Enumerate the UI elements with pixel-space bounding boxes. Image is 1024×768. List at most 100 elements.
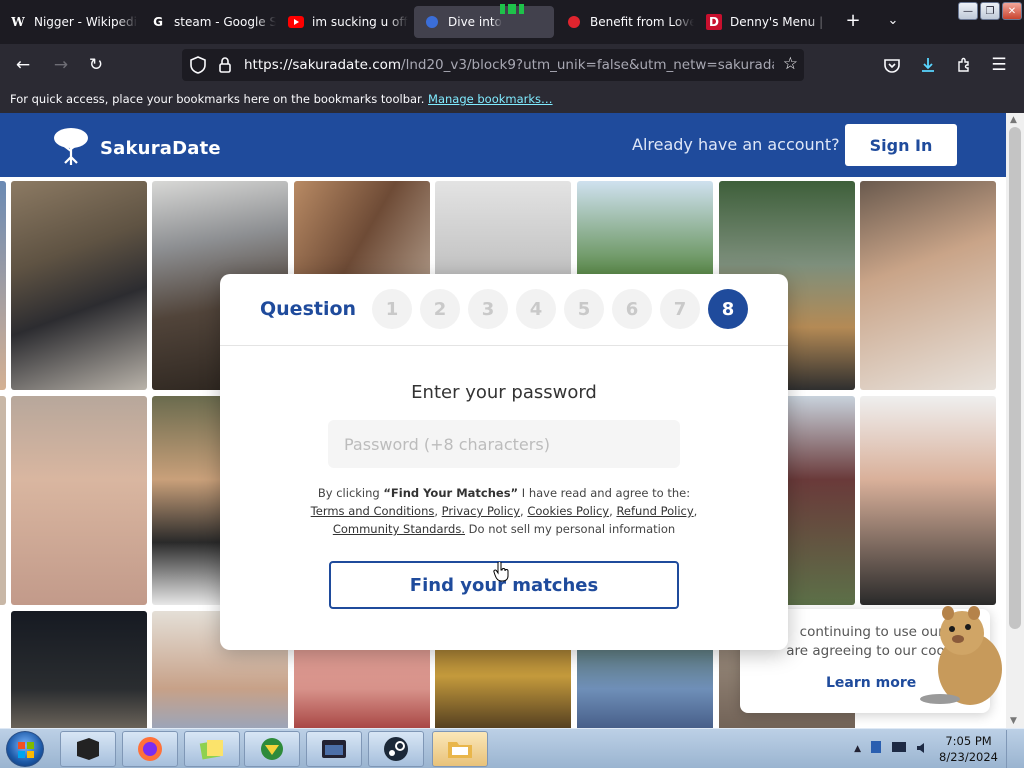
clock-time: 7:05 PM <box>945 734 992 748</box>
pocket-icon[interactable] <box>881 54 903 76</box>
menu-icon[interactable]: ☰ <box>988 54 1010 76</box>
monitor-icon[interactable] <box>891 740 907 759</box>
account-question: Already have an account? <box>632 135 840 154</box>
new-tab-button[interactable]: + <box>841 10 865 31</box>
scroll-up-icon[interactable]: ▲ <box>1010 115 1017 125</box>
taskbar: ▲ 7:05 PM 8/23/2024 <box>0 728 1024 768</box>
tab-title: Benefit from Love <box>590 15 694 29</box>
tab-title: steam - Google Search <box>174 15 276 29</box>
tab-active[interactable]: Dive into <box>414 6 554 38</box>
step-7: 7 <box>660 289 700 329</box>
tray-app-icon[interactable] <box>869 739 883 759</box>
page-scrollbar[interactable]: ▲ ▼ <box>1006 113 1024 728</box>
tray-expand-icon[interactable]: ▲ <box>854 744 861 754</box>
google-icon: G <box>153 15 163 29</box>
sticky-notes-icon <box>199 740 223 760</box>
tab-google[interactable]: G steam - Google Search <box>140 6 276 38</box>
taskbar-app-firefox[interactable] <box>122 731 178 767</box>
taskbar-app-explorer[interactable] <box>432 731 488 767</box>
taskbar-app-notes[interactable] <box>184 731 240 767</box>
folder-icon <box>448 742 472 758</box>
download-icon[interactable] <box>917 54 939 76</box>
forward-arrow-icon[interactable]: → <box>50 54 72 76</box>
modal-divider <box>220 345 788 346</box>
window-controls: — ❐ ✕ <box>958 2 1022 20</box>
dennys-icon: D <box>706 14 722 30</box>
scroll-thumb[interactable] <box>1009 127 1021 629</box>
question-label: Question <box>260 298 357 320</box>
step-indicator: 1 2 3 4 5 6 7 8 <box>372 289 748 329</box>
site-header: SakuraDate Already have an account? Sign… <box>0 113 1006 177</box>
sign-in-button[interactable]: Sign In <box>845 124 957 166</box>
minimize-button[interactable]: — <box>958 2 978 20</box>
maximize-button[interactable]: ❐ <box>980 2 1000 20</box>
url-text[interactable]: https://sakuradate.com/lnd20_v3/block9?u… <box>244 57 774 73</box>
profile-photo <box>11 181 147 390</box>
step-8-current: 8 <box>708 289 748 329</box>
taskbar-app-download-manager[interactable] <box>244 731 300 767</box>
cookies-link[interactable]: Cookies Policy <box>527 504 609 518</box>
globe-download-icon <box>261 738 283 760</box>
back-arrow-icon[interactable]: ← <box>12 54 34 76</box>
wikipedia-icon: W <box>11 15 25 29</box>
tab-title: im sucking u off <box>312 15 408 29</box>
tab-icon <box>424 14 440 30</box>
tab-title: Nigger - Wikipedia <box>34 15 138 29</box>
close-window-button[interactable]: ✕ <box>1002 2 1022 20</box>
window-icon <box>322 740 346 758</box>
password-input[interactable] <box>328 420 680 468</box>
profile-photo <box>0 181 6 390</box>
clock[interactable]: 7:05 PM 8/23/2024 <box>939 733 998 765</box>
logo[interactable]: SakuraDate <box>50 125 221 171</box>
tab-dennys[interactable]: D Denny's Menu | Br <box>696 6 828 38</box>
show-desktop-button[interactable] <box>1006 730 1016 768</box>
star-icon[interactable]: ☆ <box>783 54 798 74</box>
profile-photo <box>860 181 996 390</box>
taskbar-app-steam[interactable] <box>368 731 424 767</box>
taskbar-app-terminal[interactable] <box>60 731 116 767</box>
steam-icon <box>384 737 408 761</box>
reload-icon[interactable]: ↻ <box>85 54 107 76</box>
bookmarks-hint: For quick access, place your bookmarks h… <box>10 92 425 106</box>
tab-title: Denny's Menu | Br <box>730 15 828 29</box>
url-bar[interactable]: https://sakuradate.com/lnd20_v3/block9?u… <box>182 49 804 81</box>
firefox-icon <box>138 737 162 761</box>
manage-bookmarks-link[interactable]: Manage bookmarks… <box>428 92 553 106</box>
learn-more-link[interactable]: Learn more <box>826 675 916 691</box>
list-tabs-button[interactable]: ⌄ <box>881 13 905 28</box>
step-1: 1 <box>372 289 412 329</box>
lock-icon[interactable] <box>218 56 232 78</box>
refund-link[interactable]: Refund Policy <box>616 504 693 518</box>
tab-bar: W Nigger - Wikipedia G steam - Google Se… <box>0 0 1024 44</box>
terminal-icon <box>77 738 99 760</box>
step-5: 5 <box>564 289 604 329</box>
community-link[interactable]: Community Standards. <box>333 522 465 536</box>
bookmarks-toolbar: For quick access, place your bookmarks h… <box>0 86 1024 113</box>
profile-photo <box>860 396 996 605</box>
step-6: 6 <box>612 289 652 329</box>
extensions-icon[interactable] <box>953 54 975 76</box>
scroll-down-icon[interactable]: ▼ <box>1010 716 1017 726</box>
profile-photo <box>11 611 147 728</box>
red-dot-icon <box>566 14 582 30</box>
tab-youtube[interactable]: im sucking u off <box>278 6 412 38</box>
start-button[interactable] <box>6 731 44 767</box>
taskbar-app-window[interactable] <box>306 731 362 767</box>
clock-date: 8/23/2024 <box>939 750 998 764</box>
profile-photo <box>11 396 147 605</box>
navigation-bar: ← → ↻ https://sakuradate.com/lnd20_v3/bl… <box>0 44 1024 86</box>
shield-icon[interactable] <box>190 56 206 78</box>
legal-text: By clicking “Find Your Matches” I have r… <box>310 486 698 536</box>
question-modal: Question 1 2 3 4 5 6 7 8 Enter your pass… <box>220 274 788 650</box>
hand-cursor-icon <box>493 561 509 586</box>
terms-link[interactable]: Terms and Conditions <box>311 504 435 518</box>
privacy-link[interactable]: Privacy Policy <box>442 504 520 518</box>
tab-benefit[interactable]: Benefit from Love <box>556 6 694 38</box>
tab-wikipedia[interactable]: W Nigger - Wikipedia <box>0 6 138 38</box>
youtube-icon <box>288 14 304 30</box>
volume-icon[interactable] <box>915 740 931 759</box>
notch-indicator <box>496 4 528 16</box>
hamster-image <box>918 603 1006 707</box>
profile-photo <box>0 396 6 605</box>
step-4: 4 <box>516 289 556 329</box>
